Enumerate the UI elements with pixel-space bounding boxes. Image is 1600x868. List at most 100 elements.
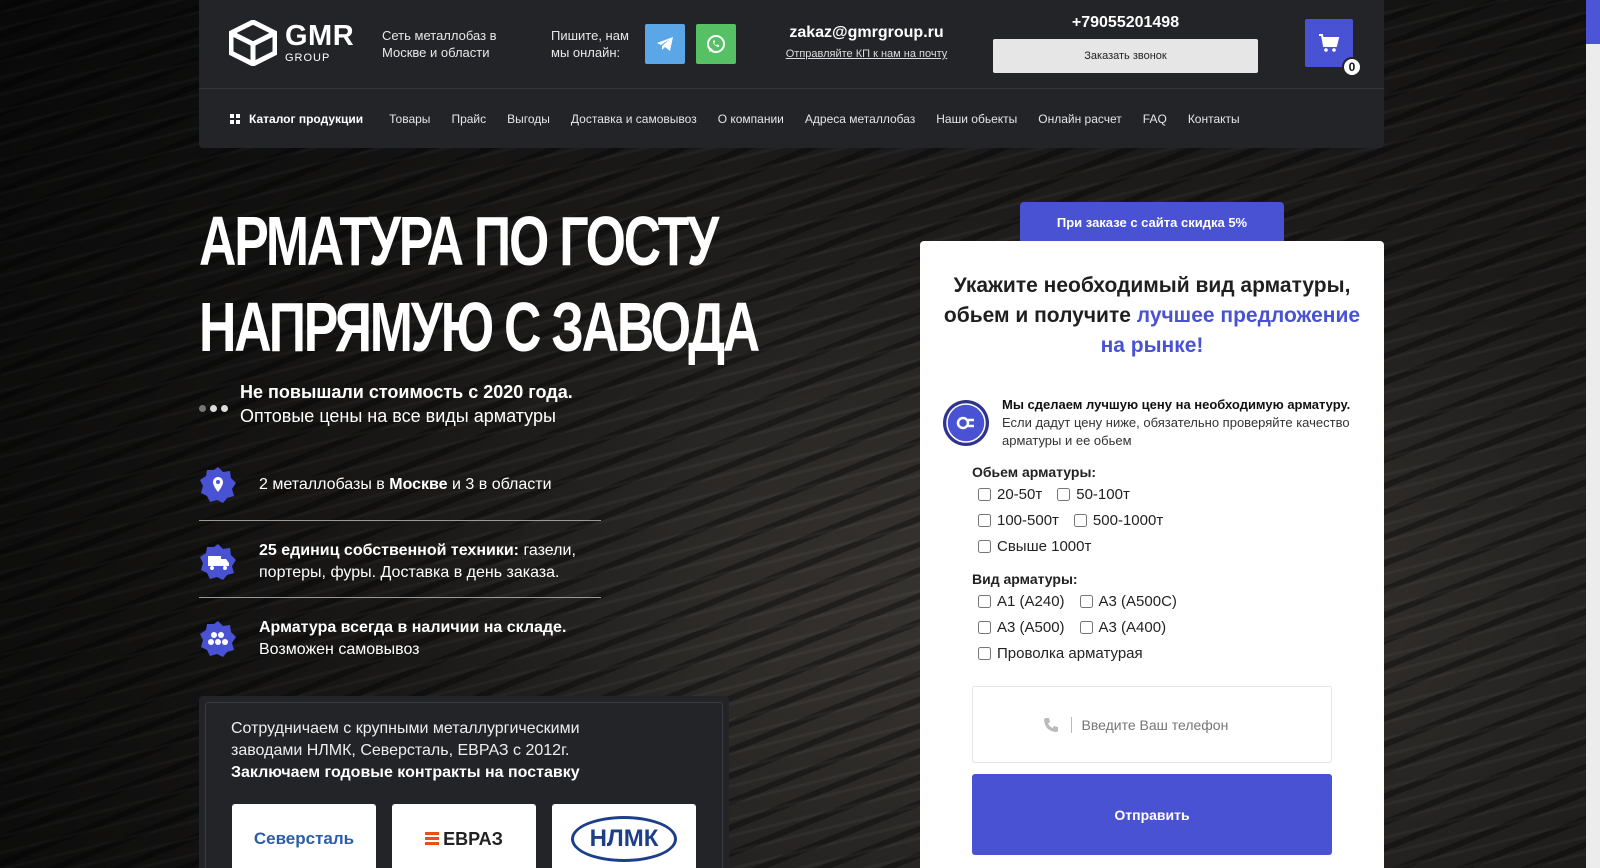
type-option-a3-a500[interactable]: А3 (А500) — [978, 619, 1065, 636]
volume-option-label: 20-50т — [997, 486, 1043, 503]
checkbox[interactable] — [1057, 488, 1071, 501]
feature-price: Не повышали стоимость с 2020 года. Оптов… — [199, 380, 573, 428]
partners-description: Сотрудничаем с крупными металлургическим… — [231, 720, 580, 759]
logo-nlmk-text: НЛМК — [570, 816, 678, 862]
scroll-thumb[interactable] — [1586, 0, 1600, 44]
type-label: Вид арматуры: — [972, 571, 1078, 587]
nav-item-benefits[interactable]: Выгоды — [507, 112, 550, 126]
dots-icon — [199, 388, 228, 428]
price-promise-rest: Если дадут цену ниже, обязательно провер… — [1002, 415, 1350, 448]
volume-option-20-50[interactable]: 20-50т — [978, 486, 1042, 503]
nav-item-delivery[interactable]: Доставка и самовывоз — [571, 112, 697, 126]
nav-catalog[interactable]: Каталог продукции — [230, 112, 363, 126]
logo-name: GMR — [285, 20, 355, 52]
phone-input[interactable] — [1081, 716, 1262, 733]
price-tag-icon — [943, 400, 989, 446]
volume-label: Обьем арматуры: — [972, 464, 1097, 480]
telegram-icon — [657, 37, 673, 51]
telegram-button[interactable] — [645, 24, 685, 64]
type-row-2: А3 (А500) А3 (А400) — [978, 619, 1181, 636]
nav-item-contacts[interactable]: Контакты — [1188, 112, 1240, 126]
grid-icon — [230, 113, 240, 124]
form-title: Укажите необходимый вид арматуры, обьем … — [940, 271, 1364, 361]
cart-count-badge: 0 — [1342, 57, 1362, 77]
price-promise: Мы сделаем лучшую цену на необходимую ар… — [942, 396, 1362, 450]
checkbox[interactable] — [978, 540, 991, 553]
volume-row-1: 20-50т 50-100т — [978, 486, 1145, 503]
logo-sub: GROUP — [285, 52, 331, 64]
page-scrollbar[interactable] — [1586, 0, 1600, 868]
site-header: GMR GROUP Сеть металлобаз в Москве и обл… — [199, 0, 1384, 148]
volume-row-3: Свыше 1000т — [978, 538, 1106, 555]
partners-bold: Заключаем годовые контракты на поставку — [231, 764, 580, 781]
write-us-label: Пишите, нам мы онлайн: — [551, 28, 629, 60]
checkbox[interactable] — [978, 621, 991, 634]
volume-option-label: 500-1000т — [1092, 512, 1164, 529]
type-option-label: А3 (А400) — [1098, 619, 1167, 636]
volume-option-100-500[interactable]: 100-500т — [978, 512, 1059, 529]
nav-item-goods[interactable]: Товары — [389, 112, 430, 126]
logo-severstal-text: Северсталь — [253, 829, 355, 848]
feature-warehouses-c: и 3 в области — [447, 476, 552, 493]
volume-row-2: 100-500т 500-1000т — [978, 512, 1178, 529]
checkbox[interactable] — [978, 514, 991, 527]
stripes-icon — [425, 832, 440, 846]
truck-icon — [200, 544, 236, 580]
submit-button[interactable]: Отправить — [972, 774, 1332, 855]
feature-vehicles-bold: 25 единиц собственной техники: — [259, 542, 519, 559]
feature-warehouses: 2 металлобазы в Москве и 3 в области — [199, 466, 601, 504]
nav-item-price[interactable]: Прайс — [451, 112, 486, 126]
type-option-a3-a500c[interactable]: А3 (А500С) — [1079, 593, 1177, 610]
hero-title-line1: АРМАТУРА ПО ГОСТУ — [199, 202, 719, 280]
header-email[interactable]: zakaz@gmrgroup.ru — [779, 24, 954, 42]
checkbox[interactable] — [1079, 595, 1093, 608]
type-option-a3-a400[interactable]: А3 (А400) — [1079, 619, 1167, 636]
volume-option-label: 100-500т — [997, 512, 1059, 529]
order-form-card: Укажите необходимый вид арматуры, обьем … — [920, 241, 1384, 868]
type-option-label: А3 (А500) — [997, 619, 1065, 636]
checkbox[interactable] — [978, 488, 991, 501]
volume-option-500-1000[interactable]: 500-1000т — [1073, 512, 1164, 529]
nav-item-faq[interactable]: FAQ — [1143, 112, 1167, 126]
nav-catalog-label: Каталог продукции — [249, 111, 364, 126]
logo-evraz-text: ЕВРАЗ — [443, 828, 503, 849]
checkbox[interactable] — [978, 595, 991, 608]
price-promise-bold: Мы сделаем лучшую цену на необходимую ар… — [1002, 397, 1351, 412]
type-option-wire[interactable]: Проволка арматурая — [978, 645, 1143, 662]
whatsapp-icon — [707, 35, 725, 53]
hero-title-line2: НАПРЯМУЮ С ЗАВОДА — [199, 288, 760, 366]
nav-item-objects[interactable]: Наши обьекты — [936, 112, 1017, 126]
field-separator — [1070, 716, 1072, 733]
form-title-accent: лучшее предложение на рынке! — [1100, 304, 1361, 357]
header-phone[interactable]: +79055201498 — [993, 14, 1258, 32]
logo-nlmk: НЛМК — [552, 804, 696, 868]
type-option-label: А3 (А500С) — [1098, 593, 1177, 610]
type-option-a1-a240[interactable]: А1 (А240) — [978, 593, 1065, 610]
feature-stock-bold: Арматура всегда в наличии на складе. — [259, 619, 567, 636]
volume-option-50-100[interactable]: 50-100т — [1057, 486, 1130, 503]
type-row-1: А1 (А240) А3 (А500С) — [978, 593, 1192, 610]
nav-item-about[interactable]: О компании — [718, 112, 784, 126]
email-sub-link[interactable]: Отправляйте КП к нам на почту — [779, 48, 954, 60]
discount-badge: При заказе с сайта скидка 5% — [1020, 202, 1284, 242]
checkbox[interactable] — [978, 647, 991, 660]
feature-stock-rest: Возможен самовывоз — [259, 641, 420, 658]
nav-item-calculator[interactable]: Онлайн расчет — [1038, 112, 1122, 126]
checkbox[interactable] — [1079, 621, 1093, 634]
feature-price-rest: Оптовые цены на все виды арматуры — [240, 406, 556, 426]
phone-field[interactable] — [972, 686, 1332, 763]
callback-button[interactable]: Заказать звонок — [993, 39, 1258, 73]
main-nav: Каталог продукции Товары Прайс Выгоды До… — [199, 88, 1384, 148]
partners-text: Сотрудничаем с крупными металлургическим… — [231, 718, 651, 784]
checkbox[interactable] — [1073, 514, 1087, 527]
hero-title: АРМАТУРА ПО ГОСТУ НАПРЯМУЮ С ЗАВОДА — [199, 198, 760, 370]
volume-option-label: Свыше 1000т — [997, 538, 1092, 555]
feature-warehouses-b: Москве — [389, 476, 448, 493]
logo[interactable]: GMR GROUP — [229, 20, 354, 66]
volume-option-label: 50-100т — [1076, 486, 1130, 503]
whatsapp-button[interactable] — [696, 24, 736, 64]
feature-stock: Арматура всегда в наличии на складе. Возм… — [199, 617, 601, 661]
divider — [199, 520, 601, 521]
volume-option-1000-plus[interactable]: Свыше 1000т — [978, 538, 1091, 555]
nav-item-addresses[interactable]: Адреса металлобаз — [805, 112, 915, 126]
